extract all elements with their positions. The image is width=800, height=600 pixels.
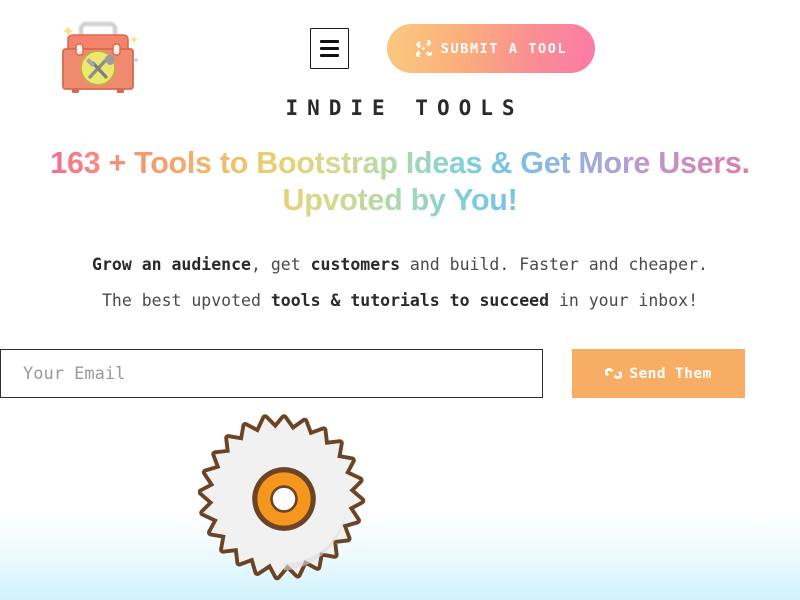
- subcopy-strong-customers: customers: [310, 255, 400, 274]
- site-header: SUBMIT A TOOL: [0, 0, 800, 93]
- menu-bar-1: [320, 40, 339, 43]
- landing-page: SUBMIT A TOOL INDIE TOOLS 163 + Tools to…: [0, 0, 800, 600]
- subcopy-line-2: The best upvoted tools & tutorials to su…: [0, 283, 800, 319]
- submit-a-tool-button[interactable]: SUBMIT A TOOL: [387, 24, 595, 73]
- headline-line-1: 163 + Tools to Bootstrap Ideas & Get Mor…: [50, 146, 750, 180]
- subcopy-strong-tools: tools & tutorials to succeed: [270, 291, 550, 310]
- subcopy-text-build: and build. Faster and cheaper.: [400, 255, 708, 274]
- menu-bar-3: [320, 54, 339, 57]
- subcopy-text-get: , get: [250, 255, 311, 274]
- toolbox-icon: [48, 8, 148, 100]
- send-button-label: Send Them: [629, 365, 712, 382]
- send-them-button[interactable]: Send Them: [572, 349, 745, 398]
- newsletter-signup-form: Send Them: [0, 349, 800, 399]
- subcopy-text-inbox: in your inbox!: [549, 291, 699, 310]
- circular-saw-blade-icon: [198, 413, 370, 585]
- crossed-tools-icon: [415, 40, 432, 57]
- subcopy-line-1: Grow an audience, get customers and buil…: [0, 247, 800, 283]
- email-input[interactable]: [0, 349, 543, 398]
- subcopy-text-best: The best upvoted: [101, 291, 271, 310]
- send-paperplane-icon: [605, 366, 623, 381]
- page-title: 163 + Tools to Bootstrap Ideas & Get Mor…: [0, 145, 800, 219]
- menu-bar-2: [320, 47, 339, 50]
- subcopy-strong-audience: Grow an audience: [92, 255, 251, 274]
- hero-subcopy: Grow an audience, get customers and buil…: [0, 247, 800, 319]
- hamburger-menu-icon[interactable]: [310, 28, 349, 69]
- submit-button-label: SUBMIT A TOOL: [440, 40, 568, 57]
- headline-line-2: Upvoted by You!: [282, 183, 518, 217]
